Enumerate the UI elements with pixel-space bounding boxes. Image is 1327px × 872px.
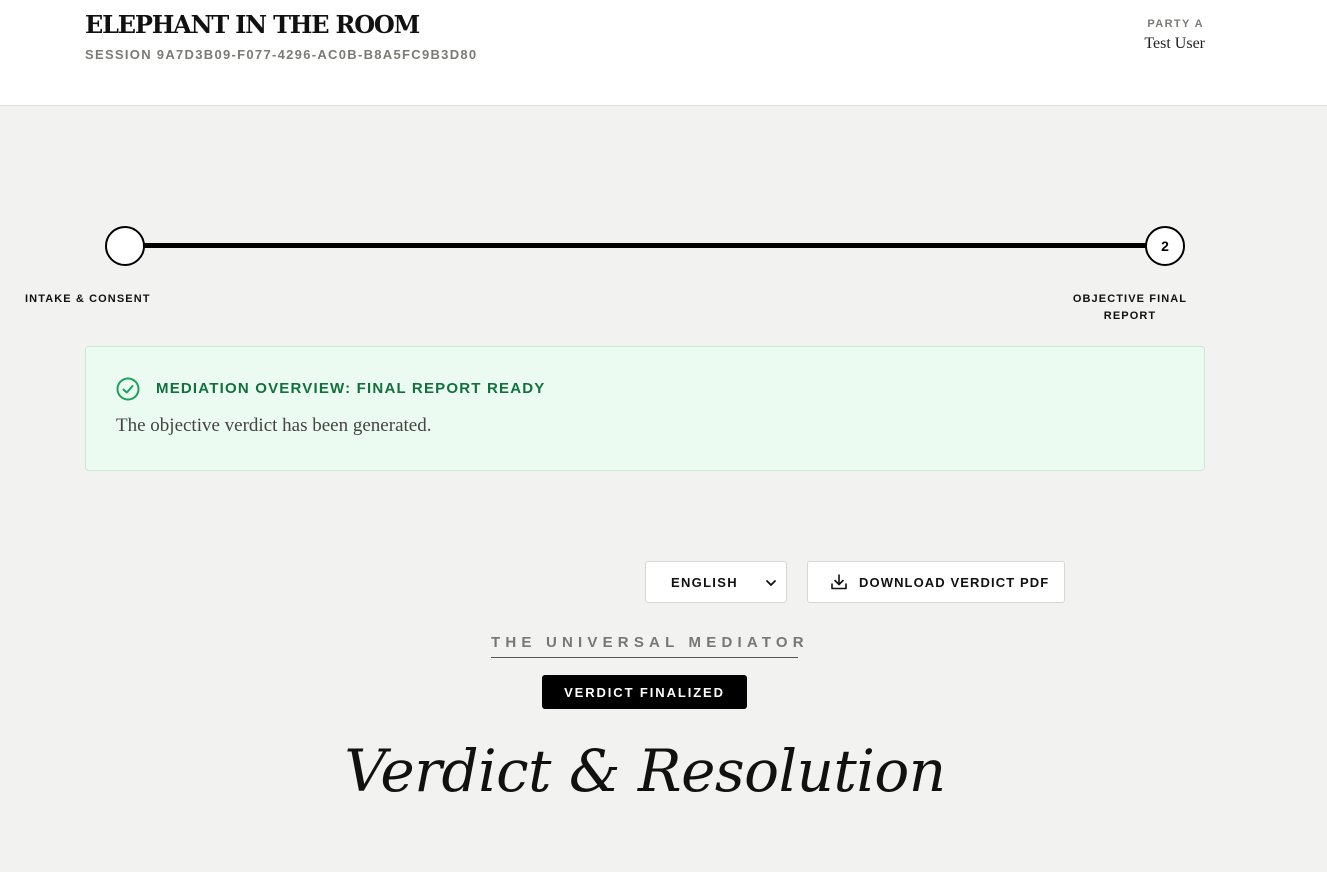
progress-track	[125, 243, 1165, 248]
step-2-indicator: 2	[1145, 226, 1185, 266]
step-2-label: OBJECTIVE FINAL REPORT	[1072, 293, 1188, 322]
party-label: PARTY A	[1147, 18, 1204, 30]
alert-title: MEDIATION OVERVIEW: FINAL REPORT READY	[156, 380, 546, 397]
alert-message: The objective verdict has been generated…	[116, 415, 432, 436]
brand-logo[interactable]: ELEPHANT IN THE ROOM	[85, 10, 420, 39]
download-verdict-label: DOWNLOAD VERDICT PDF	[859, 574, 1050, 590]
step-1-indicator	[105, 226, 145, 266]
chevron-down-icon	[766, 580, 776, 586]
session-id: SESSION 9A7D3B09-F077-4296-AC0B-B8A5FC9B…	[85, 47, 478, 62]
check-circle-icon	[116, 377, 140, 401]
verdict-status-badge: VERDICT FINALIZED	[542, 675, 747, 709]
verdict-title: Verdict & Resolution	[344, 737, 946, 805]
app-header: ELEPHANT IN THE ROOM SESSION 9A7D3B09-F0…	[0, 0, 1327, 106]
language-select[interactable]: ENGLISH	[645, 561, 787, 603]
language-selected-value: ENGLISH	[671, 574, 738, 590]
status-alert: MEDIATION OVERVIEW: FINAL REPORT READY T…	[85, 346, 1205, 471]
mediator-overline: THE UNIVERSAL MEDIATOR	[491, 634, 804, 658]
download-verdict-button[interactable]: DOWNLOAD VERDICT PDF	[807, 561, 1065, 603]
party-name: Test User	[1144, 35, 1205, 52]
download-icon	[831, 574, 847, 590]
step-1-label: INTAKE & CONSENT	[25, 293, 151, 305]
